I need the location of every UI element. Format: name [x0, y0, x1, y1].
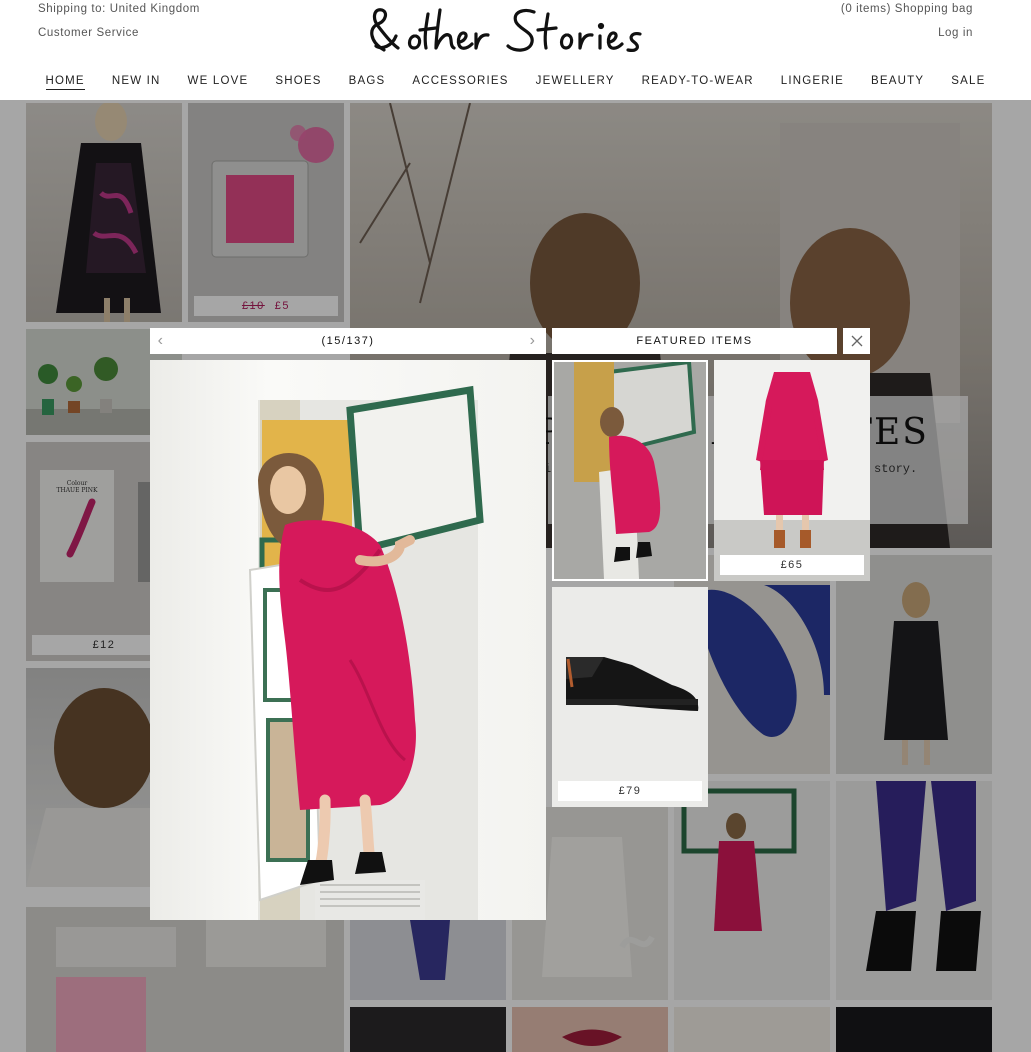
nav-item-new-in[interactable]: NEW IN [98, 73, 174, 91]
chevron-right-icon[interactable]: › [522, 328, 544, 354]
pink-dress-product-image [714, 360, 870, 581]
close-button[interactable] [843, 328, 870, 354]
featured-item-look[interactable] [552, 360, 708, 581]
nav-item-jewellery[interactable]: JEWELLERY [522, 73, 628, 91]
nav-item-ready-to-wear[interactable]: READY-TO-WEAR [628, 73, 767, 91]
featured-items-header: FEATURED ITEMS [552, 328, 837, 354]
shopping-bag-link[interactable]: (0 items) Shopping bag [841, 3, 973, 15]
chevron-left-icon[interactable]: ‹ [150, 328, 172, 354]
brand-logo[interactable] [362, 2, 662, 58]
login-link[interactable]: Log in [938, 27, 973, 39]
item-price: £65 [780, 559, 804, 571]
image-counter: (15/137) [321, 335, 375, 347]
featured-items-title: FEATURED ITEMS [636, 335, 753, 347]
price-tag: £79 [558, 781, 702, 801]
shipping-country-link[interactable]: Shipping to: United Kingdom [38, 3, 200, 15]
nav-item-bags[interactable]: BAGS [335, 73, 399, 91]
price-tag: £65 [720, 555, 864, 575]
nav-item-home[interactable]: HOME [32, 73, 98, 91]
close-icon [851, 335, 862, 347]
customer-service-link[interactable]: Customer Service [38, 27, 139, 39]
lightbox-main-image [150, 360, 546, 920]
nav-item-we-love[interactable]: WE LOVE [174, 73, 262, 91]
featured-item-dress[interactable]: £65 [714, 360, 870, 581]
pink-dress-model-photo [150, 360, 546, 920]
look-thumbnail-image [554, 362, 706, 579]
nav-item-accessories[interactable]: ACCESSORIES [399, 73, 522, 91]
nav-item-lingerie[interactable]: LINGERIE [767, 73, 857, 91]
nav-item-shoes[interactable]: SHOES [262, 73, 335, 91]
nav-item-beauty[interactable]: BEAUTY [858, 73, 938, 91]
main-navigation: HOME NEW IN WE LOVE SHOES BAGS ACCESSORI… [0, 73, 1031, 91]
lightbox-counter-bar: ‹ (15/137) › [150, 328, 546, 354]
item-price: £79 [618, 785, 642, 797]
black-oxford-shoe-image [552, 587, 708, 807]
site-header: Shipping to: United Kingdom Customer Ser… [0, 0, 1031, 100]
nav-item-sale[interactable]: SALE [938, 73, 999, 91]
featured-item-shoe[interactable]: £79 [552, 587, 708, 807]
